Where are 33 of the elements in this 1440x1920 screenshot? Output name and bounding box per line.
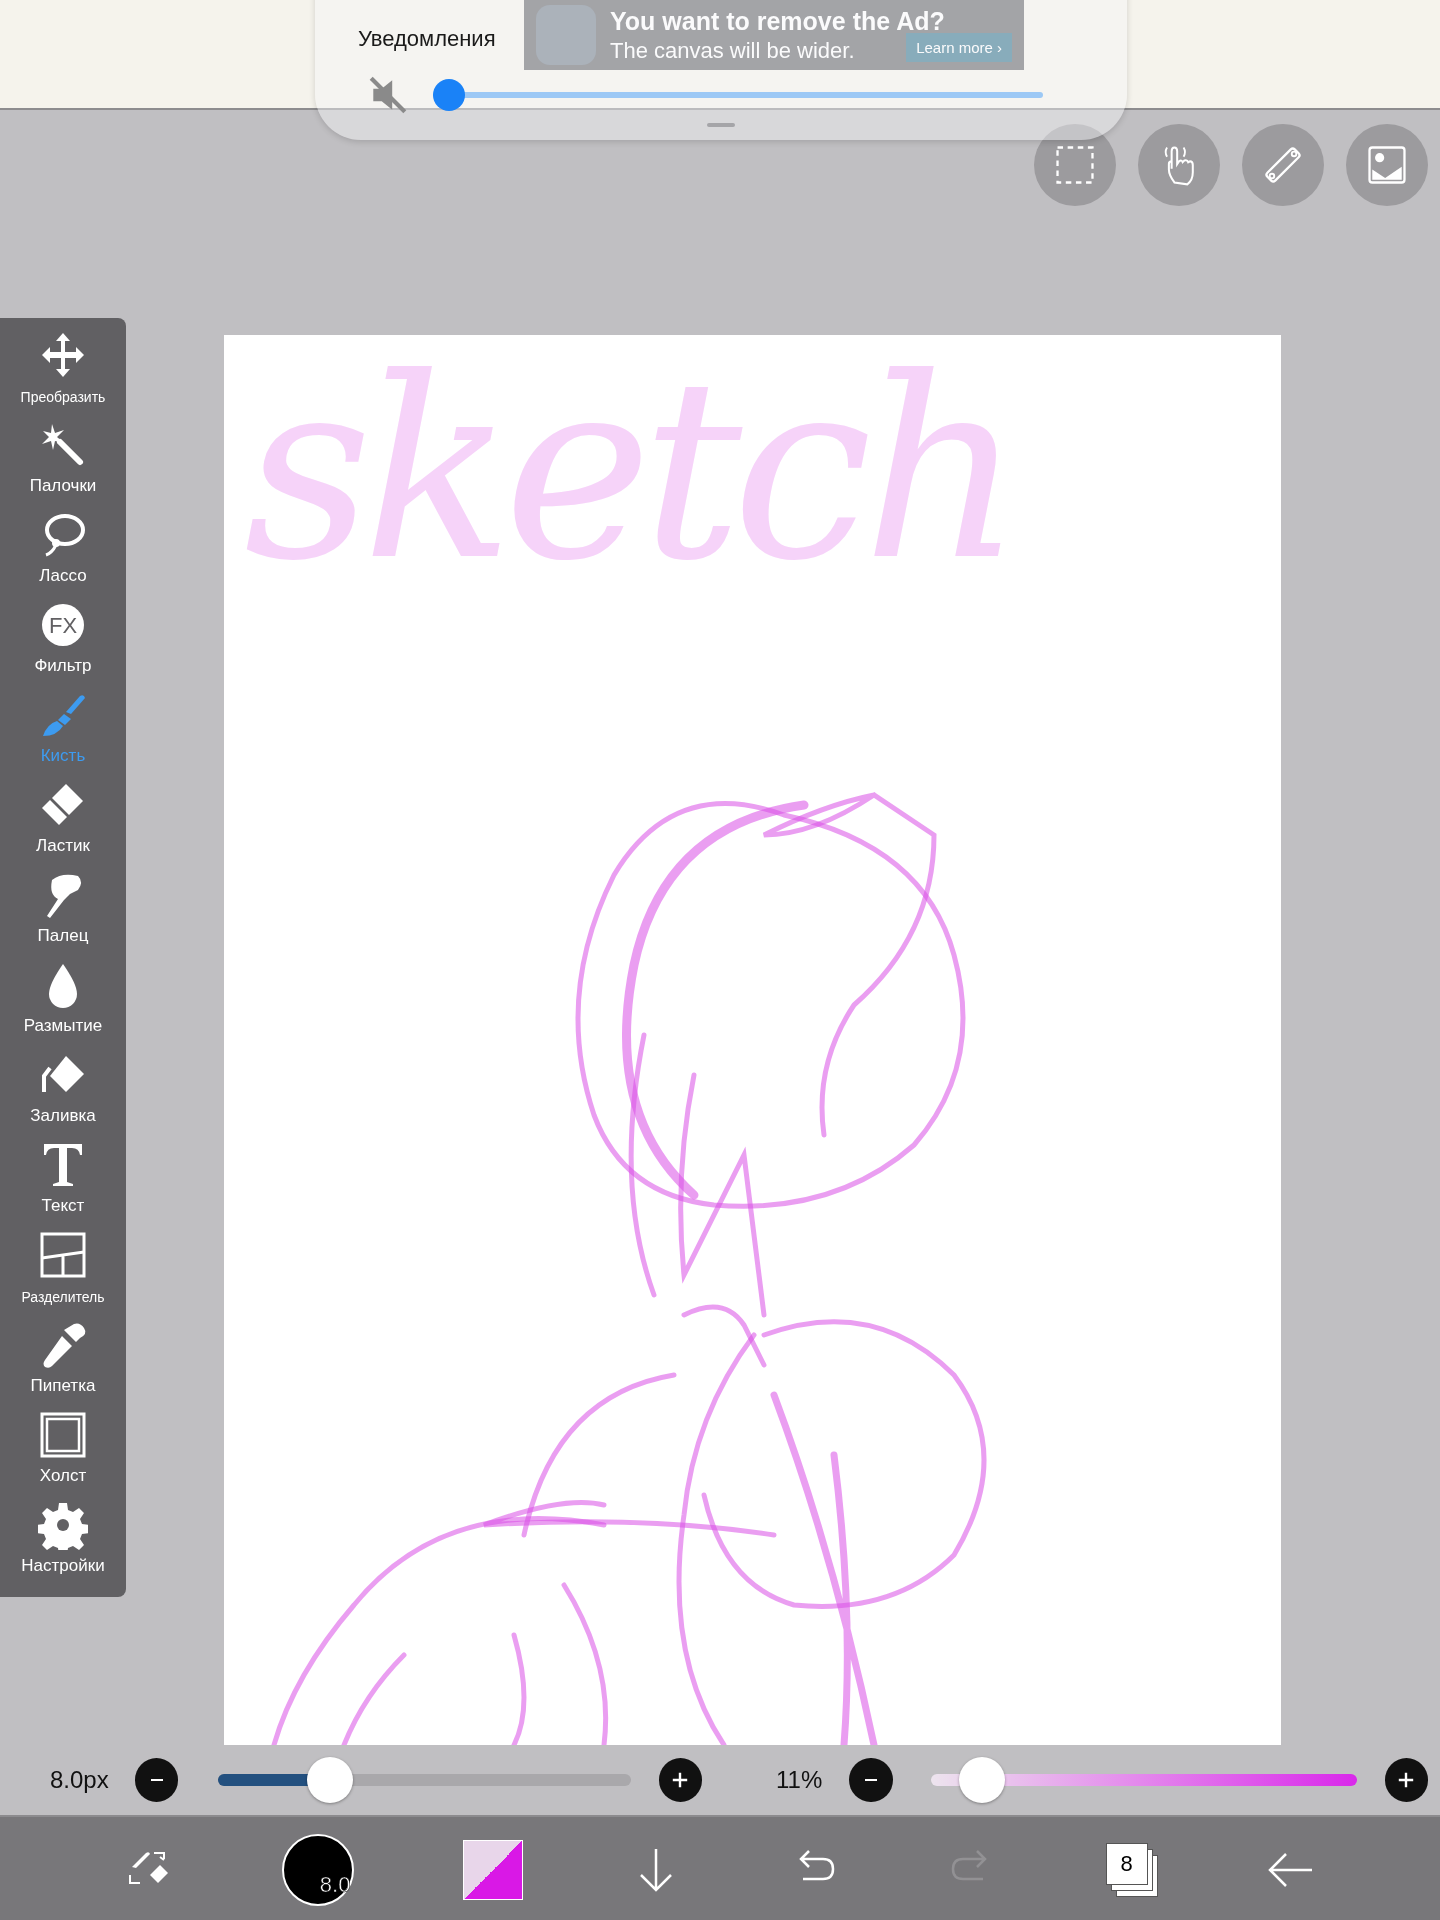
opacity-slider[interactable]	[930, 1757, 1357, 1803]
increase-opacity-button[interactable]	[1384, 1758, 1428, 1802]
ad-headline: You want to remove the Ad?	[610, 6, 945, 36]
tool-item[interactable]: Настройки	[0, 1500, 126, 1590]
volume-slider[interactable]	[433, 79, 1043, 111]
increase-size-button[interactable]	[658, 1758, 702, 1802]
tool-item[interactable]: Разделитель	[0, 1230, 126, 1320]
decrease-opacity-button[interactable]	[849, 1758, 893, 1802]
brush-size-reading: 8.0px	[50, 1766, 110, 1794]
color-swatch[interactable]	[462, 1839, 523, 1900]
brush-size-thumb[interactable]	[306, 1757, 353, 1803]
tool-item[interactable]: Пипетка	[0, 1320, 126, 1410]
tool-item[interactable]: Палочки	[0, 420, 126, 510]
canvas-icon	[38, 1410, 88, 1460]
brush-size-preview[interactable]: 8.0	[282, 1833, 355, 1906]
tool-item[interactable]: Преобразить	[0, 330, 126, 420]
settings-icon	[38, 1500, 88, 1550]
drag-handle[interactable]	[707, 123, 735, 127]
tool-item[interactable]: FX Фильтр	[0, 600, 126, 690]
opacity-reading: 11%	[776, 1766, 824, 1794]
opacity-thumb[interactable]	[958, 1757, 1005, 1803]
tool-item[interactable]: Холст	[0, 1410, 126, 1500]
mute-icon[interactable]	[367, 74, 409, 116]
brush-size-slider[interactable]	[218, 1757, 631, 1803]
ad-subline: The canvas will be wider.	[610, 37, 855, 64]
tool-item[interactable]: Палец	[0, 870, 126, 960]
tool-item[interactable]: Лассо	[0, 510, 126, 600]
tool-item[interactable]: Размытие	[0, 960, 126, 1050]
panel-title: Уведомления	[358, 26, 496, 52]
tool-item[interactable]: Ластик	[0, 780, 126, 870]
decrease-size-button[interactable]	[135, 1758, 179, 1802]
tool-item[interactable]: Текст	[0, 1140, 126, 1230]
tool-item[interactable]: Заливка	[0, 1050, 126, 1140]
